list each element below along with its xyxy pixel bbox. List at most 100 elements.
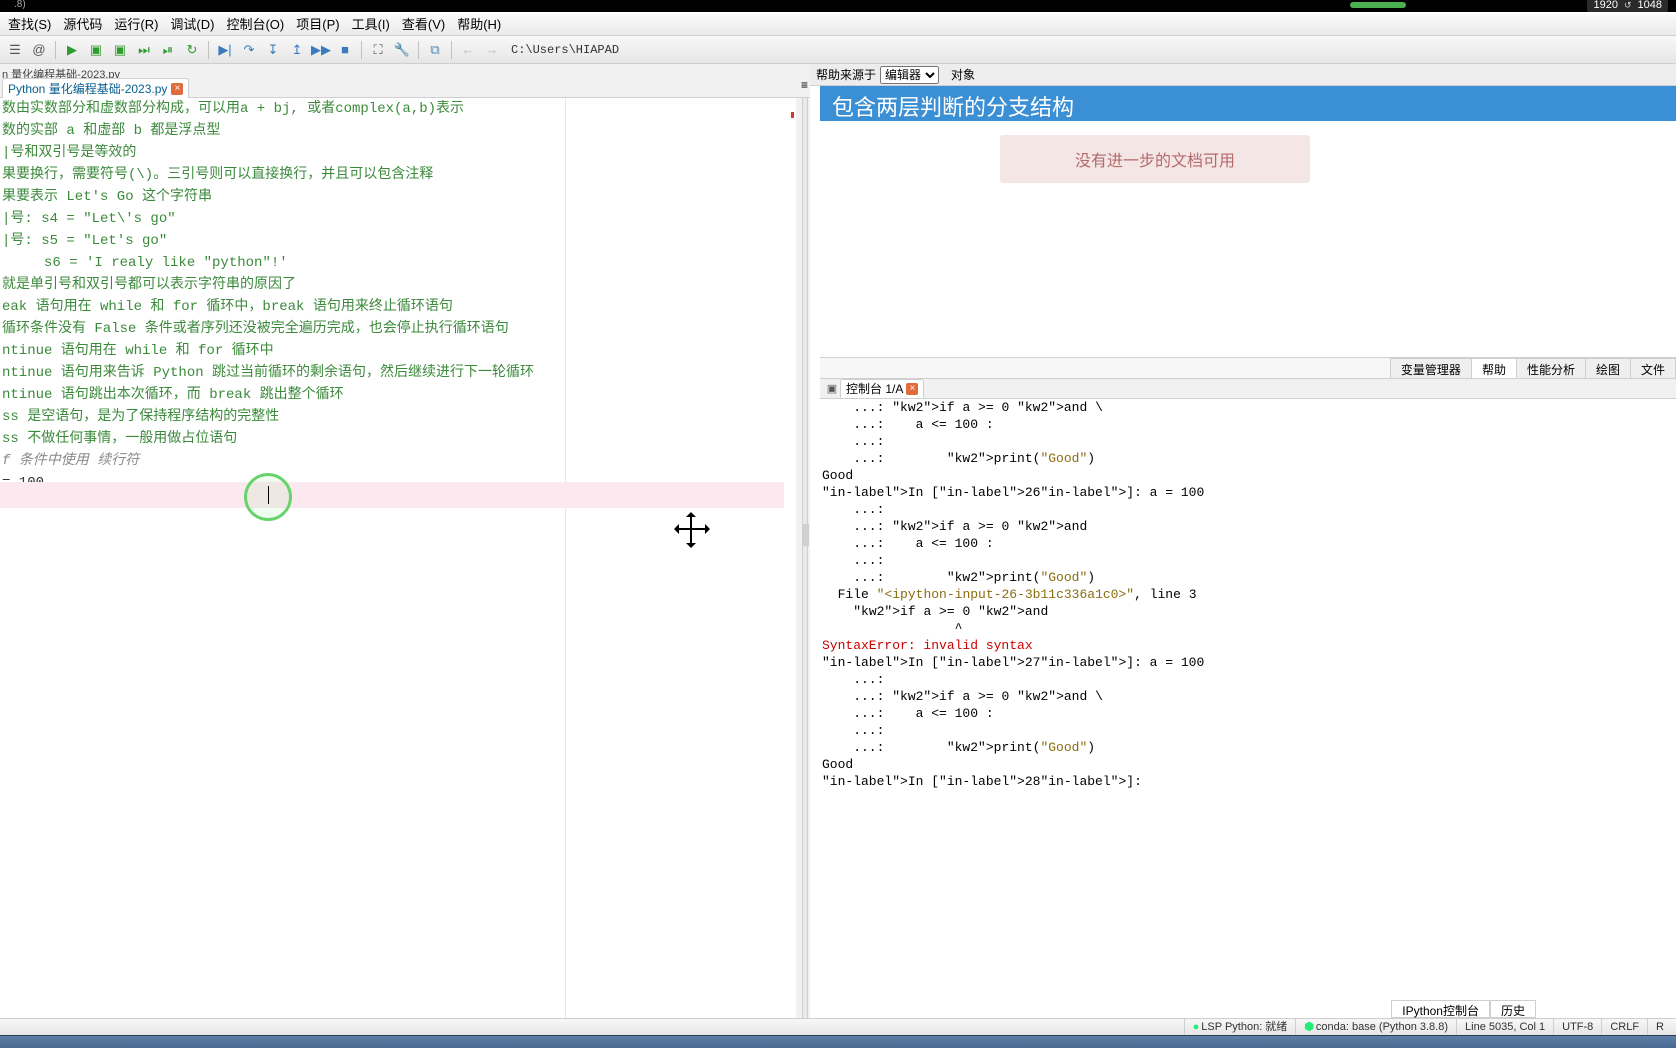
console-line: ^ (822, 620, 1676, 637)
help-header: 帮助来源于 编辑器 对象 (810, 64, 1676, 86)
console-line: ...: "kw2">print("Good") (822, 739, 1676, 756)
menu-item-help[interactable]: 帮助(H) (451, 14, 507, 36)
console-line: ...: "kw2">if a >= 0 "kw2">and (822, 518, 1676, 535)
close-icon[interactable]: × (906, 383, 918, 395)
status-rw: R (1647, 1019, 1672, 1037)
console-dock-icon[interactable]: ▣ (824, 381, 840, 397)
move-cursor-icon (675, 513, 709, 556)
overlay-strip: .8) 1920 ↺ 1048 (0, 0, 1676, 12)
console-line: ...: (822, 501, 1676, 518)
help-source-label: 帮助来源于 (816, 66, 876, 83)
editor-tab-label: Python 量化编程基础-2023.py (8, 80, 167, 97)
console-tab-label: 控制台 1/A (846, 380, 903, 397)
run-icon[interactable]: ▶ (61, 39, 83, 61)
menu-item-project[interactable]: 项目(P) (290, 14, 345, 36)
code-line: ntinue 语句用来告诉 Python 跳过当前循环的剩余语句，然后继续进行下… (0, 362, 810, 384)
run-step-icon[interactable]: ⏭ (133, 39, 155, 61)
editor-tab[interactable]: Python 量化编程基础-2023.py × (2, 78, 189, 99)
editor-tab-bar: n 量化编程基础-2023.py Python 量化编程基础-2023.py ×… (0, 64, 810, 98)
console-line: ...: "kw2">print("Good") (822, 569, 1676, 586)
help-source-dropdown[interactable]: 编辑器 (880, 66, 939, 84)
back-icon[interactable]: ← (457, 39, 479, 61)
status-bar: ●LSP Python: 就绪 ⬢conda: base (Python 3.8… (0, 1018, 1676, 1036)
console-tab[interactable]: 控制台 1/A × (840, 379, 924, 398)
status-lsp: ●LSP Python: 就绪 (1184, 1019, 1296, 1037)
step-out-icon[interactable]: ↥ (286, 39, 308, 61)
menu-item-debug[interactable]: 调试(D) (164, 14, 220, 36)
code-line: 就是单引号和双引号都可以表示字符串的原因了 (0, 274, 810, 296)
status-eol: CRLF (1601, 1019, 1647, 1037)
console-line: ...: "kw2">if a >= 0 "kw2">and \ (822, 399, 1676, 416)
menu-item-view[interactable]: 查看(V) (396, 14, 451, 36)
maximize-icon[interactable]: ⛶ (367, 39, 389, 61)
code-line: eak 语句用在 while 和 for 循环中，break 语句用来终止循环语… (0, 296, 810, 318)
menu-item-tools[interactable]: 工具(I) (346, 14, 396, 36)
status-pos: Line 5035, Col 1 (1456, 1019, 1553, 1037)
console-line: ...: a <= 100 : (822, 416, 1676, 433)
console-line: Good (822, 756, 1676, 773)
code-line: |号: s5 = "Let's go" (0, 230, 810, 252)
code-editor[interactable]: 数由实数部分和虚数部分构成，可以用a + bj, 或者complex(a,b)表… (0, 98, 810, 1022)
tab-files[interactable]: 文件 (1630, 358, 1676, 378)
code-line: f 条件中使用 续行符 (0, 450, 810, 472)
separator (418, 41, 419, 59)
resolution-chip: 1920 ↺ 1048 (1587, 0, 1668, 12)
close-icon[interactable]: × (171, 83, 183, 95)
dim-h: 1048 (1638, 0, 1662, 11)
version-label: .8) (14, 0, 26, 10)
help-banner-text: 包含两层判断的分支结构 (832, 95, 1074, 120)
menu-item-search[interactable]: 查找(S) (2, 14, 57, 36)
console-line: ...: (822, 671, 1676, 688)
step-over-icon[interactable]: ↷ (238, 39, 260, 61)
help-notice-text: 没有进一步的文档可用 (1075, 153, 1235, 170)
vertical-splitter[interactable] (802, 98, 808, 1022)
reload-icon[interactable]: ↻ (181, 39, 203, 61)
python-icon[interactable]: ⧉ (424, 39, 446, 61)
console-line: ...: (822, 722, 1676, 739)
link-icon: ↺ (1624, 0, 1632, 11)
debug-start-icon[interactable]: ▶| (214, 39, 236, 61)
code-line: |号: s4 = "Let\'s go" (0, 208, 810, 230)
step-into-icon[interactable]: ↧ (262, 39, 284, 61)
console-line: ...: "kw2">print("Good") (822, 450, 1676, 467)
right-pane-tabs: 变量管理器 帮助 性能分析 绘图 文件 (820, 357, 1676, 379)
splitter-grip-icon[interactable] (803, 524, 809, 546)
console-line: ...: (822, 433, 1676, 450)
code-line: 果要表示 Let's Go 这个字符串 (0, 186, 810, 208)
menu-item-source[interactable]: 源代码 (57, 14, 108, 36)
subtab-history[interactable]: 历史 (1490, 1000, 1536, 1018)
settings-icon[interactable]: 🔧 (391, 39, 413, 61)
ipython-console[interactable]: ...: "kw2">if a >= 0 "kw2">and \ ...: a … (820, 399, 1676, 1022)
console-line: "in-label">In ["in-label">26"in-label">]… (822, 484, 1676, 501)
tab-variable-explorer[interactable]: 变量管理器 (1390, 358, 1472, 378)
windows-taskbar[interactable] (0, 1036, 1676, 1048)
outline-icon[interactable]: ☰ (4, 39, 26, 61)
run-cell-next-icon[interactable]: ▣ (109, 39, 131, 61)
code-line: 果要换行，需要符号(\)。三引号则可以直接换行，并且可以包含注释 (0, 164, 810, 186)
menu-item-run[interactable]: 运行(R) (108, 14, 164, 36)
current-line-highlight (0, 482, 784, 508)
console-line: ...: "kw2">if a >= 0 "kw2">and \ (822, 688, 1676, 705)
menu-bar: 查找(S) 源代码 运行(R) 调试(D) 控制台(O) 项目(P) 工具(I)… (0, 14, 1676, 36)
continue-icon[interactable]: ▶▶ (310, 39, 332, 61)
console-line: SyntaxError: invalid syntax (822, 637, 1676, 654)
tab-options-icon[interactable]: ≡ (801, 78, 808, 92)
working-dir: C:\Users\HIAPAD (511, 43, 619, 57)
menu-item-console[interactable]: 控制台(O) (220, 14, 290, 36)
separator (208, 41, 209, 59)
console-line: "in-label">In ["in-label">27"in-label">]… (822, 654, 1676, 671)
console-line: ...: (822, 552, 1676, 569)
tab-profiler[interactable]: 性能分析 (1516, 358, 1586, 378)
stop-icon[interactable]: ■ (334, 39, 356, 61)
run-cell-icon[interactable]: ▣ (85, 39, 107, 61)
console-line: Good (822, 467, 1676, 484)
subtab-ipython[interactable]: IPython控制台 (1391, 1000, 1490, 1018)
run-skip-icon[interactable]: ⏯ (157, 39, 179, 61)
at-icon[interactable]: @ (28, 39, 50, 61)
code-line: 数的实部 a 和虚部 b 都是浮点型 (0, 120, 810, 142)
tab-plots[interactable]: 绘图 (1585, 358, 1631, 378)
tab-help[interactable]: 帮助 (1471, 358, 1517, 378)
code-line: |号和双引号是等效的 (0, 142, 810, 164)
text-caret (268, 486, 269, 504)
forward-icon[interactable]: → (481, 39, 503, 61)
